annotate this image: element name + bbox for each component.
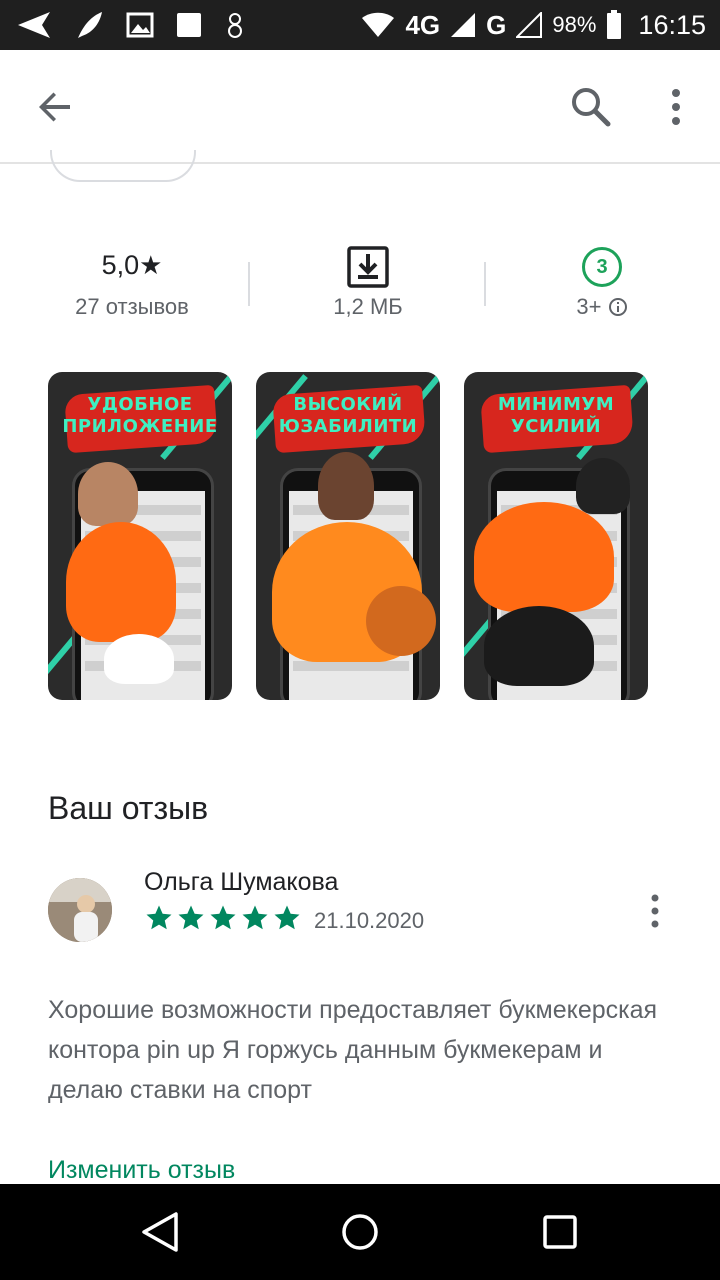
athlete-helmet xyxy=(576,458,630,514)
screenshot-headline: МИНИМУМ УСИЛИЙ xyxy=(464,394,648,438)
stat-divider xyxy=(248,262,250,306)
age-rating-badge: 3 xyxy=(582,246,622,287)
basketball xyxy=(366,586,436,656)
download-icon xyxy=(347,246,389,288)
search-icon xyxy=(572,88,611,127)
athlete-head xyxy=(78,462,138,526)
athlete-shorts xyxy=(104,634,174,684)
avatar-photo xyxy=(48,878,112,942)
system-nav-bar xyxy=(0,1184,720,1280)
more-options-button[interactable] xyxy=(656,82,696,132)
rating-number: 5,0 xyxy=(101,250,140,280)
edit-review-link[interactable]: Изменить отзыв xyxy=(48,1156,235,1184)
review-text-container: Хорошие возможности предоставляет букмек… xyxy=(48,990,658,1112)
info-icon xyxy=(608,298,627,316)
text-fade xyxy=(588,1072,658,1112)
battery-icon xyxy=(607,10,622,39)
install-button-peek[interactable] xyxy=(50,150,196,182)
star-icon xyxy=(242,905,268,930)
age-label: 3+ xyxy=(576,294,602,319)
reviewer-name: Ольга Шумакова xyxy=(144,868,339,896)
headline-line-1: УДОБНОЕ xyxy=(87,394,193,415)
athlete-jersey xyxy=(474,502,614,612)
app-size: 1,2 МБ xyxy=(333,294,403,319)
review-date: 21.10.2020 xyxy=(314,908,425,933)
nav-home-icon xyxy=(342,1214,378,1250)
athlete-pants xyxy=(484,606,594,686)
headline-line-1: МИНИМУМ xyxy=(497,394,615,415)
size-stat: 1,2 МБ xyxy=(268,240,468,320)
reviews-count: 27 отзывов xyxy=(75,294,189,319)
headline-line-1: ВЫСОКИЙ xyxy=(293,394,403,415)
headline-line-2: УСИЛИЙ xyxy=(510,416,602,437)
rating-stat[interactable]: 5,0★ 27 отзывов xyxy=(32,240,232,320)
nav-recents-button[interactable] xyxy=(530,1202,590,1262)
headline-line-2: ЮЗАБИЛИТИ xyxy=(278,416,418,437)
more-vert-icon xyxy=(672,89,680,125)
send-notification-icon xyxy=(18,12,50,38)
stat-divider-2 xyxy=(484,262,486,306)
status-bar: 4G G 98% 16:15 xyxy=(0,0,720,50)
image-notification-icon xyxy=(126,12,154,38)
download-icon-wrap xyxy=(268,240,468,290)
nav-recents-icon xyxy=(543,1215,577,1249)
screenshot-1[interactable]: УДОБНОЕ ПРИЛОЖЕНИЕ xyxy=(48,372,232,700)
nav-back-button[interactable] xyxy=(130,1202,190,1262)
battery-percent: 98% xyxy=(552,12,597,37)
wifi-icon xyxy=(362,12,395,37)
status-right: 4G G 98% 16:15 xyxy=(361,6,706,44)
feather-notification-icon xyxy=(78,12,102,38)
search-button[interactable] xyxy=(566,82,616,132)
square-notification-icon xyxy=(177,13,201,37)
star-icon xyxy=(178,905,204,930)
network-type-label-2: G xyxy=(486,9,507,40)
star-icon xyxy=(146,905,172,930)
back-button[interactable] xyxy=(30,82,80,132)
screenshot-headline: ВЫСОКИЙ ЮЗАБИЛИТИ xyxy=(256,394,440,438)
review-text: Хорошие возможности предоставляет букмек… xyxy=(48,996,658,1104)
athlete-jersey xyxy=(66,522,176,642)
status-notification-icons xyxy=(16,8,246,42)
age-badge-wrap: 3 xyxy=(502,240,702,290)
more-vert-icon xyxy=(651,894,659,928)
review-stars xyxy=(144,903,302,933)
age-stat[interactable]: 3 3+ xyxy=(502,240,702,320)
star-icon xyxy=(274,905,300,930)
your-review-title: Ваш отзыв xyxy=(48,790,209,826)
clock: 16:15 xyxy=(638,9,706,40)
signal-icon xyxy=(451,13,476,37)
screenshot-3[interactable]: МИНИМУМ УСИЛИЙ xyxy=(464,372,648,700)
network-type-label: 4G xyxy=(405,9,441,40)
screenshot-2[interactable]: ВЫСОКИЙ ЮЗАБИЛИТИ xyxy=(256,372,440,700)
nav-back-icon xyxy=(142,1212,178,1252)
nav-home-button[interactable] xyxy=(330,1202,390,1262)
headline-line-2: ПРИЛОЖЕНИЕ xyxy=(62,416,218,437)
signal-icon-2 xyxy=(516,12,543,38)
star-icon xyxy=(210,905,236,930)
user-notification-icon xyxy=(228,13,242,38)
age-label-row: 3+ xyxy=(502,294,702,320)
avatar xyxy=(48,878,112,942)
star-icon: ★ xyxy=(139,250,163,280)
athlete-head xyxy=(318,452,374,520)
rating-value: 5,0★ xyxy=(32,240,232,290)
arrow-back-icon xyxy=(39,92,70,122)
screenshot-headline: УДОБНОЕ ПРИЛОЖЕНИЕ xyxy=(48,394,232,438)
app-bar xyxy=(0,50,720,164)
review-more-button[interactable] xyxy=(640,890,670,934)
